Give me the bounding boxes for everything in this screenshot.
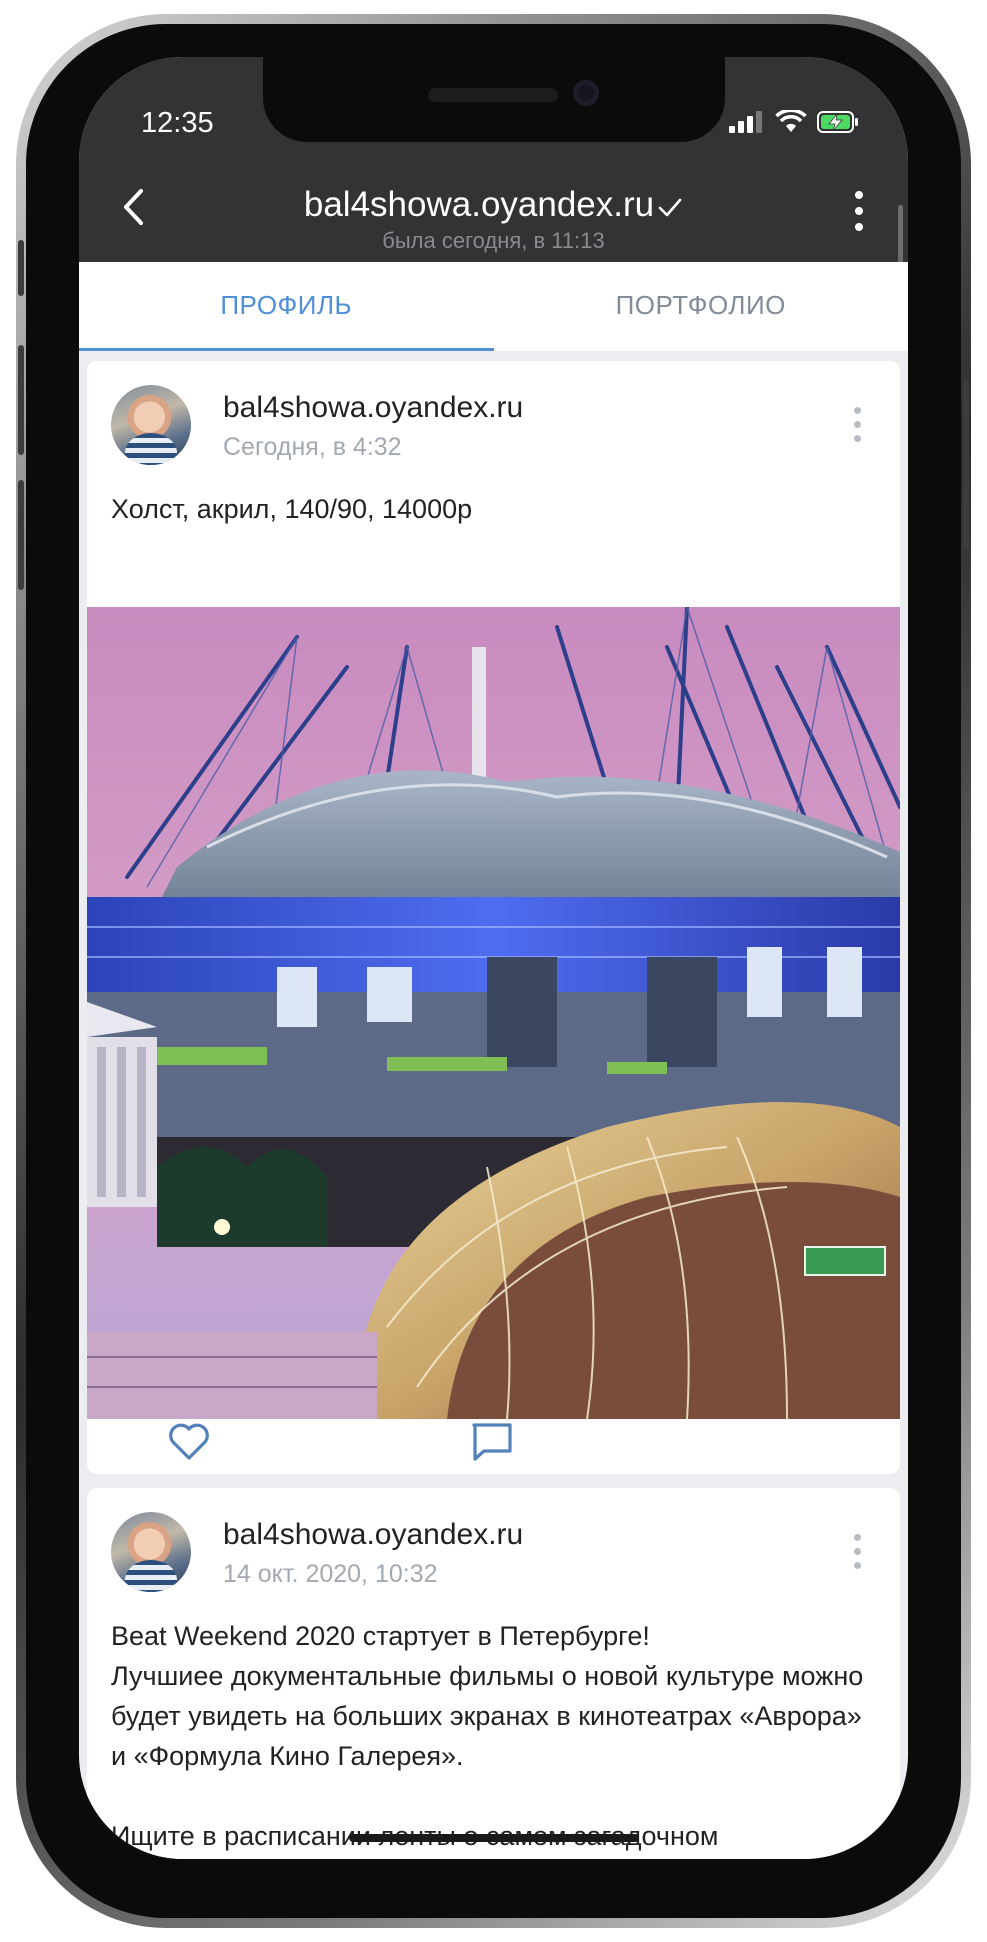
status-time: 12:35 [141,107,214,139]
dot-icon [853,1561,861,1569]
dot-icon [853,1533,861,1541]
dot-icon [855,207,863,215]
last-seen-status: была сегодня, в 11:13 [382,228,605,253]
app-header: 12:35 bal4showa.oyandex.ru была сегодня,… [79,57,908,262]
post-actions [87,1419,900,1474]
post-menu-button[interactable] [847,399,867,449]
post-text: Холст, акрил, 140/90, 14000р [111,494,473,524]
post-author[interactable]: bal4showa.oyandex.ru [223,391,523,425]
post-card: bal4showa.oyandex.ru 14 окт. 2020, 10:32… [87,1488,900,1859]
tab-portfolio[interactable]: ПОРТФОЛИО [494,262,909,351]
dot-icon [853,434,861,442]
volume-up-button [18,345,24,455]
tab-profile[interactable]: ПРОФИЛЬ [79,262,494,351]
more-options-button[interactable] [839,183,879,239]
dot-icon [853,1547,861,1555]
notch [263,57,725,142]
status-icons [729,110,859,134]
post-author[interactable]: bal4showa.oyandex.ru [223,1518,523,1552]
comment-icon [472,1423,512,1461]
heart-icon [169,1423,209,1460]
screen: 12:35 bal4showa.oyandex.ru была сегодня,… [79,57,908,1859]
signal-icon [729,111,762,133]
painting-stadium-image [87,607,900,1419]
back-button[interactable] [111,179,155,235]
dot-icon [855,223,863,231]
author-avatar[interactable] [111,1512,191,1592]
post-time: 14 окт. 2020, 10:32 [223,1560,438,1588]
post-card: bal4showa.oyandex.ru Сегодня, в 4:32 Хол… [87,361,900,1474]
home-indicator[interactable] [349,1834,639,1842]
author-avatar[interactable] [111,385,191,465]
dot-icon [853,406,861,414]
front-camera [573,80,599,106]
header-title-text: bal4showa.oyandex.ru [303,185,655,224]
dot-icon [855,191,863,199]
mute-switch [18,240,24,296]
post-time: Сегодня, в 4:32 [223,433,402,461]
post-image[interactable] [87,607,900,1419]
comment-button[interactable] [467,1417,517,1467]
speaker [428,88,558,102]
post-menu-button[interactable] [847,1526,867,1576]
like-button[interactable] [164,1417,214,1467]
wifi-icon [775,110,807,132]
chevron-left-icon [124,189,143,225]
post-text: Beat Weekend 2020 стартует в Петербурге!… [111,1621,864,1851]
battery-charging-icon [817,111,858,133]
profile-tabs: ПРОФИЛЬ ПОРТФОЛИО [79,262,908,351]
volume-down-button [18,480,24,590]
power-button [963,380,969,550]
dot-icon [853,420,861,428]
header-title: bal4showa.oyandex.ru [179,185,808,225]
verified-check-icon [658,198,682,217]
